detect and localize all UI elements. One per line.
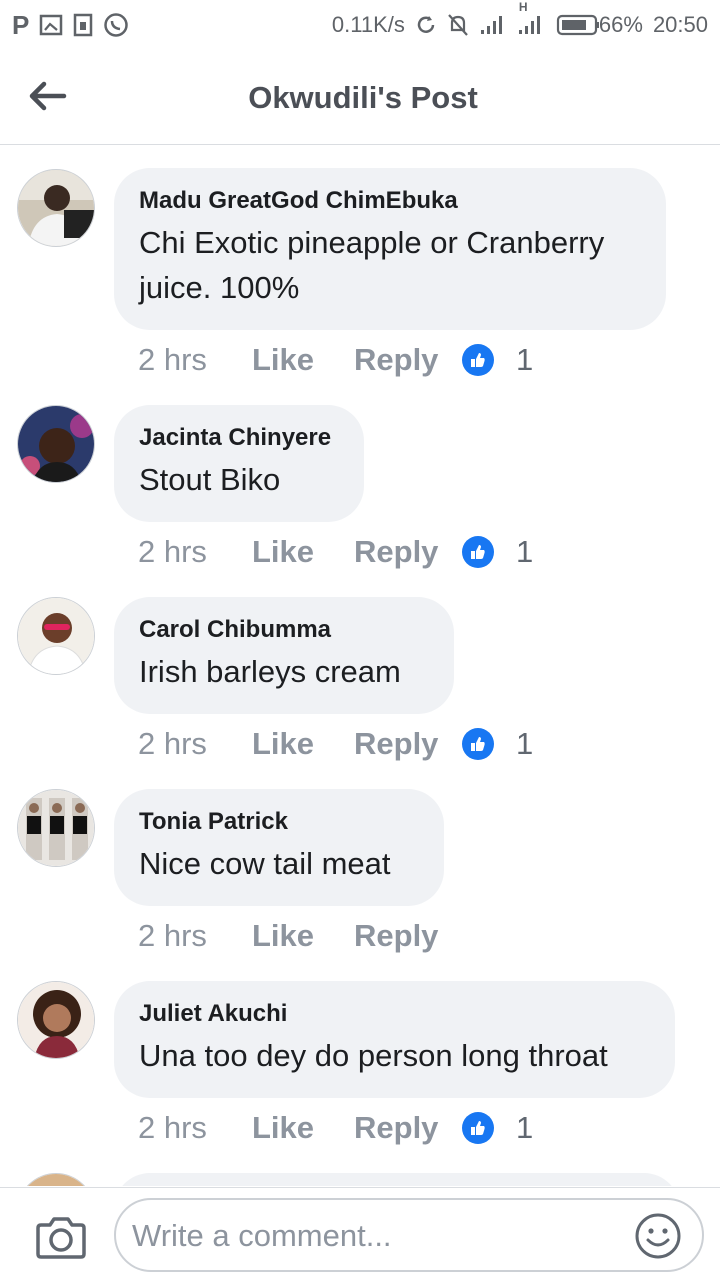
smiley-icon (635, 1213, 681, 1259)
mute-bell-icon (447, 13, 469, 37)
like-button[interactable]: Like (252, 918, 354, 954)
gallery-icon (39, 14, 63, 36)
header: Okwudili's Post (0, 50, 720, 145)
comment-bubble: Jacinta Chinyere Stout Biko (114, 405, 364, 522)
signal-icon (479, 14, 507, 36)
reaction-count[interactable]: 1 (516, 1110, 533, 1146)
reaction-count[interactable]: 1 (516, 342, 533, 378)
emoji-button[interactable] (634, 1212, 682, 1260)
avatar[interactable] (17, 981, 95, 1059)
thumbs-up-icon[interactable] (462, 728, 494, 760)
comment-author[interactable]: Jacinta Chinyere (139, 423, 338, 453)
status-right: 0.11K/s H 66% 20:50 (331, 0, 708, 38)
camera-button[interactable] (34, 1216, 88, 1260)
comment-actions: 2 hrs Like Reply 1 (138, 1108, 533, 1148)
avatar[interactable] (17, 789, 95, 867)
avatar[interactable] (17, 405, 95, 483)
reaction-count[interactable]: 1 (516, 534, 533, 570)
whatsapp-icon (103, 12, 129, 38)
reply-button[interactable]: Reply (354, 342, 462, 378)
comment-time: 2 hrs (138, 918, 207, 953)
comment-actions: 2 hrs Like Reply 1 (138, 340, 533, 380)
thumbs-up-icon[interactable] (462, 344, 494, 376)
comment-author[interactable]: Tonia Patrick (139, 807, 418, 837)
comment-bubble: Tonia Patrick Nice cow tail meat (114, 789, 444, 906)
reaction-count[interactable]: 1 (516, 726, 533, 762)
like-button[interactable]: Like (252, 342, 354, 378)
network-type-label: H (518, 0, 528, 14)
clock: 20:50 (652, 12, 708, 37)
avatar[interactable] (17, 597, 95, 675)
battery-icon (555, 14, 601, 36)
comment-bubble (114, 1173, 680, 1186)
comment-time: 2 hrs (138, 342, 207, 377)
comments-list: Madu GreatGod ChimEbuka Chi Exotic pinea… (0, 146, 720, 1186)
comment-input-box[interactable] (114, 1198, 704, 1272)
reply-button[interactable]: Reply (354, 534, 462, 570)
sim-icon (73, 13, 93, 37)
reply-button[interactable]: Reply (354, 918, 462, 954)
status-left-icons: P (12, 10, 129, 41)
network-speed: 0.11K/s (331, 12, 405, 37)
reply-button[interactable]: Reply (354, 726, 462, 762)
battery-percent: 66% (598, 12, 643, 37)
sync-icon (415, 14, 437, 36)
comment-text: Una too dey do person long throat (139, 1038, 608, 1073)
comment-text-line: juice. 100% (139, 270, 300, 305)
avatar[interactable] (17, 1173, 95, 1186)
camera-icon (36, 1217, 86, 1259)
comment-author[interactable]: Carol Chibumma (139, 615, 428, 645)
like-button[interactable]: Like (252, 726, 354, 762)
like-button[interactable]: Like (252, 1110, 354, 1146)
comment-time: 2 hrs (138, 1110, 207, 1145)
comment-text: Irish barleys cream (139, 654, 401, 689)
status-bar: P 0.11K/s H 66% 20:50 (0, 0, 720, 50)
comment-text-line: Chi Exotic pineapple or Cranberry (139, 225, 605, 260)
comment-bubble: Madu GreatGod ChimEbuka Chi Exotic pinea… (114, 168, 666, 330)
comment-input[interactable] (132, 1214, 622, 1258)
thumbs-up-icon[interactable] (462, 536, 494, 568)
like-button[interactable]: Like (252, 534, 354, 570)
comment-text: Chi Exotic pineapple or Cranberry juice.… (139, 220, 640, 310)
comment-author[interactable]: Madu GreatGod ChimEbuka (139, 186, 640, 216)
comment-author[interactable]: Juliet Akuchi (139, 999, 649, 1029)
thumbs-up-icon[interactable] (462, 1112, 494, 1144)
comment-composer (0, 1187, 720, 1280)
comment-actions: 2 hrs Like Reply (138, 916, 462, 956)
comment-actions: 2 hrs Like Reply 1 (138, 532, 533, 572)
comment-bubble: Carol Chibumma Irish barleys cream (114, 597, 454, 714)
page-title: Okwudili's Post (248, 80, 478, 115)
comment-actions: 2 hrs Like Reply 1 (138, 724, 533, 764)
avatar[interactable] (17, 169, 95, 247)
comment-bubble: Juliet Akuchi Una too dey do person long… (114, 981, 675, 1098)
comment-time: 2 hrs (138, 534, 207, 569)
signal-h-icon: H (517, 0, 545, 36)
reply-button[interactable]: Reply (354, 1110, 462, 1146)
comment-text: Nice cow tail meat (139, 846, 391, 881)
p-icon: P (12, 9, 30, 40)
comment-time: 2 hrs (138, 726, 207, 761)
comment-text: Stout Biko (139, 462, 281, 497)
